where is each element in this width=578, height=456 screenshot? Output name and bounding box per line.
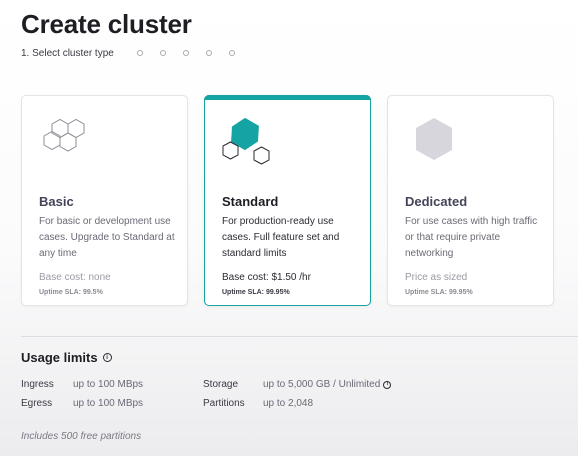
ingress-value: up to 100 MBps [73,379,144,390]
step-dot-3[interactable] [159,50,166,56]
step-dot-2[interactable] [136,50,143,56]
current-step-label: 1. Select cluster type [21,47,114,59]
free-partitions-note: Includes 500 free partitions [21,431,142,442]
storage-value-group: up to 5,000 GB / Unlimited i [263,379,392,390]
card-sla: Uptime SLA: 99.5% [39,289,103,296]
hexagon-teal-cluster-icon [222,117,270,165]
egress-label: Egress [21,398,53,409]
card-cost: Base cost: none [39,272,111,283]
egress-value: up to 100 MBps [73,398,144,409]
storage-info-icon[interactable]: i [383,380,392,389]
card-sla: Uptime SLA: 99.95% [222,289,290,296]
usage-limits-title: Usage limits [21,350,98,365]
card-name: Dedicated [405,194,468,209]
hexagon-solid-icon [416,118,452,160]
card-description: For basic or development use cases. Upgr… [39,216,175,259]
card-cost: Price as sized [405,272,468,283]
step-dot-6[interactable] [228,50,235,56]
usage-limits-heading: Usage limits i [21,350,112,365]
section-divider [21,336,578,337]
info-icon[interactable]: i [102,353,112,362]
ingress-label: Ingress [21,379,54,390]
storage-label: Storage [203,379,239,390]
create-cluster-page: Create cluster 1. Select cluster type Ba… [0,0,578,456]
cluster-type-card-standard[interactable]: Standard For production-ready use cases.… [204,95,371,306]
stepper: 1. Select cluster type [21,46,235,60]
storage-value: up to 5,000 GB / Unlimited [263,379,381,390]
cluster-type-card-dedicated[interactable]: Dedicated For use cases with high traffi… [387,95,554,306]
step-dot-4[interactable] [182,50,189,56]
card-name: Basic [39,194,74,209]
cluster-type-card-basic[interactable]: Basic For basic or development use cases… [21,95,188,306]
card-name: Standard [222,194,279,209]
step-dot-5[interactable] [205,50,212,56]
card-description: For production-ready use cases. Full fea… [222,216,340,259]
card-description: For use cases with high traffic or that … [405,216,538,259]
partitions-label: Partitions [203,398,245,409]
partitions-value: up to 2,048 [263,398,314,409]
page-title: Create cluster [21,9,192,39]
card-cost: Base cost: $1.50 /hr [222,272,311,283]
hexagon-outline-cluster-icon [43,118,85,152]
card-sla: Uptime SLA: 99.95% [405,289,473,296]
